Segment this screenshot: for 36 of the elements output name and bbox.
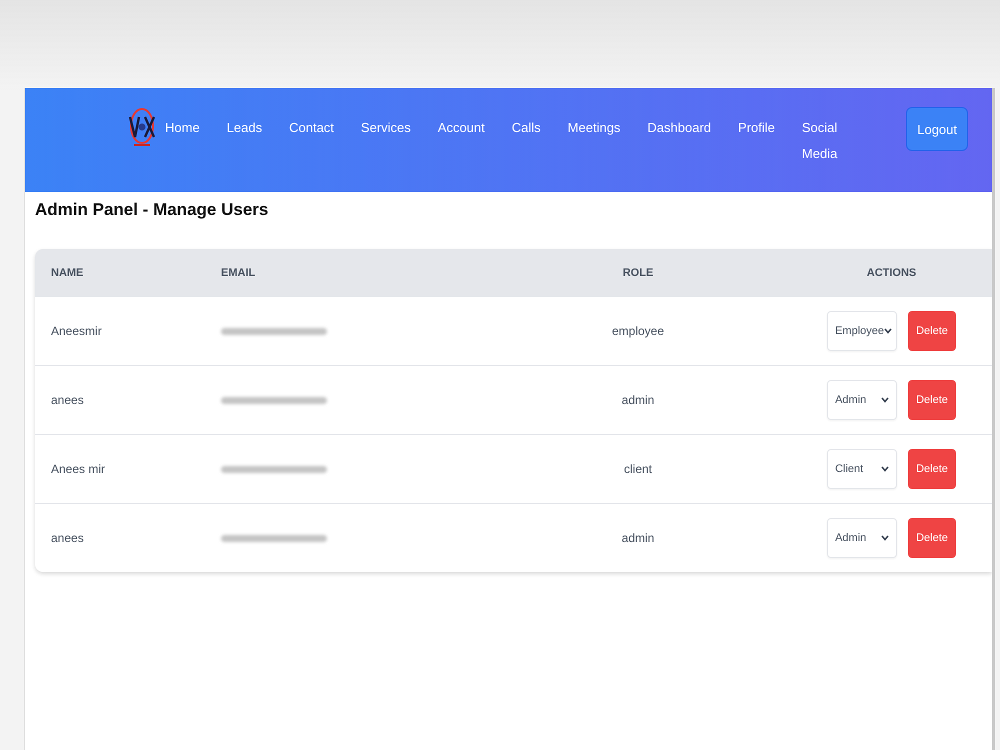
nav-link[interactable]: Profile (738, 115, 775, 141)
chevron-down-icon (884, 328, 892, 334)
role-dropdown[interactable]: Employee (827, 311, 898, 351)
role-cell: client (624, 462, 652, 476)
role-dropdown[interactable]: Client (827, 449, 898, 489)
nav-link[interactable]: Social Media (802, 115, 838, 167)
delete-button[interactable]: Delete (908, 380, 956, 420)
nav-link[interactable]: Meetings (568, 115, 620, 141)
name-cell: anees (51, 531, 84, 545)
column-header: EMAIL (221, 267, 256, 279)
nav-link[interactable]: Services (360, 115, 411, 141)
chevron-down-icon (881, 535, 890, 541)
nav-link[interactable]: Account (438, 115, 485, 141)
column-header: NAME (51, 267, 84, 279)
column-header: ACTIONS (866, 267, 916, 279)
delete-button[interactable]: Delete (908, 311, 956, 351)
chevron-down-icon (881, 466, 890, 472)
name-cell: Anees mir (51, 462, 106, 476)
column-header: ROLE (622, 267, 654, 279)
role-dropdown[interactable]: Admin (827, 380, 898, 420)
delete-button[interactable]: Delete (908, 518, 956, 558)
role-dropdown[interactable]: Admin (827, 518, 898, 558)
delete-button[interactable]: Delete (908, 449, 956, 489)
chevron-down-icon (881, 397, 890, 403)
logout-button[interactable]: Logout (906, 107, 968, 151)
name-cell: anees (51, 393, 84, 407)
role-cell: employee (612, 324, 664, 338)
nav-link[interactable]: Calls (512, 115, 541, 141)
nav-link[interactable]: Dashboard (647, 115, 712, 141)
nav-link[interactable]: Contact (289, 115, 334, 141)
nav-link[interactable]: Leads (226, 115, 262, 141)
name-cell: Aneesmir (51, 324, 102, 338)
role-cell: admin (622, 531, 654, 545)
page-title: Admin Panel - Manage Users (35, 199, 270, 221)
nav-link[interactable]: Home (165, 115, 200, 141)
role-cell: admin (622, 393, 654, 407)
